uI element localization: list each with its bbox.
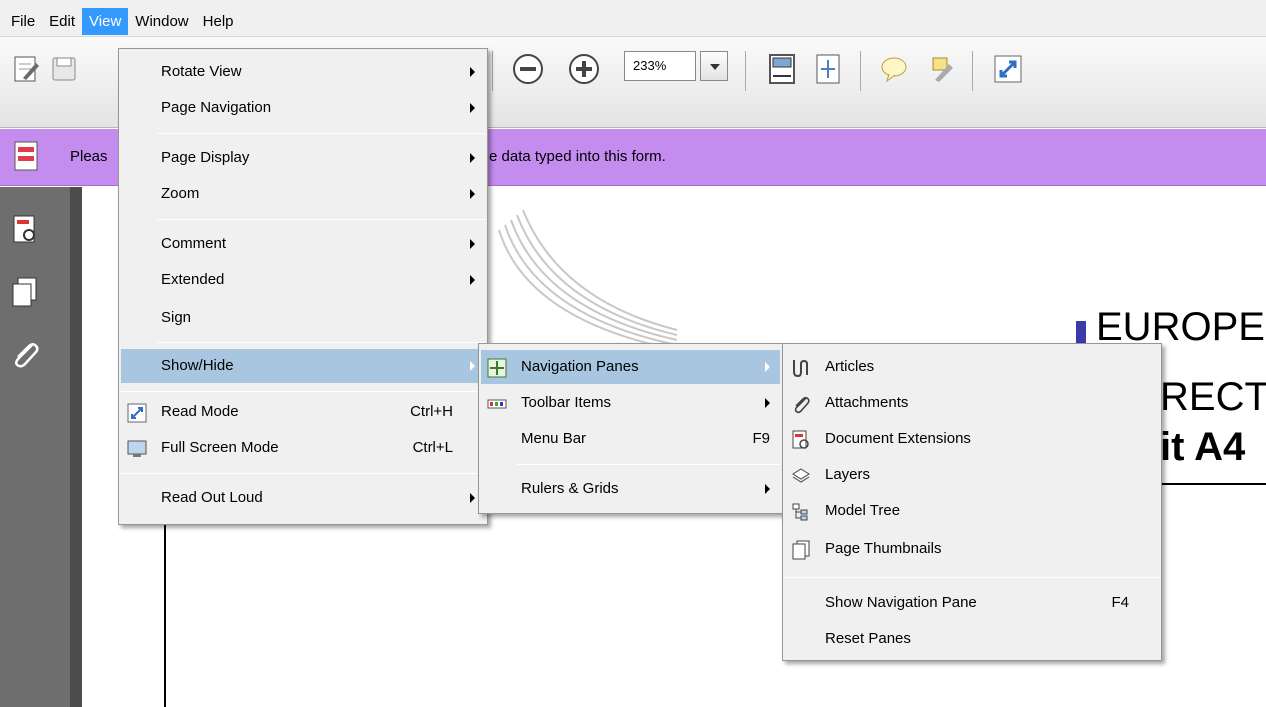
toolbar-items-icon	[487, 393, 507, 413]
message-text-continued: e data typed into this form.	[489, 148, 666, 165]
menu-help[interactable]: Help	[196, 8, 241, 35]
edit-icon[interactable]	[8, 51, 42, 85]
menu-view[interactable]: View	[82, 8, 129, 35]
page-thumbnails-icon[interactable]	[8, 275, 42, 309]
zoom-dropdown-icon[interactable]	[700, 51, 728, 81]
view-menu: Rotate View Page Navigation Page Display…	[118, 48, 488, 525]
layers-icon	[791, 465, 811, 485]
menu-item-show-navigation-pane[interactable]: Show Navigation Pane F4	[785, 586, 1159, 620]
form-icon	[14, 141, 38, 171]
menu-item-reset-panes[interactable]: Reset Panes	[785, 622, 1159, 656]
highlight-icon[interactable]	[924, 51, 958, 85]
menu-item-model-tree[interactable]: Model Tree	[785, 494, 1159, 528]
document-extensions-icon	[791, 429, 811, 449]
menu-item-attachments[interactable]: Attachments	[785, 386, 1159, 420]
menu-file[interactable]: File	[4, 8, 42, 35]
menu-window[interactable]: Window	[128, 8, 195, 35]
articles-icon	[791, 357, 811, 378]
attachments-icon[interactable]	[8, 337, 42, 371]
navigation-panes-icon	[487, 357, 507, 378]
menu-item-layers[interactable]: Layers	[785, 458, 1159, 492]
menu-item-zoom[interactable]: Zoom	[121, 177, 485, 211]
model-tree-icon	[791, 501, 811, 521]
page-thumbnails-icon	[791, 539, 811, 560]
menu-edit[interactable]: Edit	[42, 8, 82, 35]
navigation-panes-submenu: Articles Attachments Document Extensions…	[782, 343, 1162, 661]
menu-item-comment[interactable]: Comment	[121, 227, 485, 261]
message-text: Pleas	[70, 148, 108, 165]
fit-page-icon[interactable]	[764, 51, 798, 85]
menu-bar: File Edit View Window Help	[0, 0, 1266, 37]
menu-item-rotate-view[interactable]: Rotate View	[121, 55, 485, 89]
zoom-in-icon[interactable]	[566, 51, 600, 85]
menu-item-articles[interactable]: Articles	[785, 350, 1159, 384]
comment-icon[interactable]	[876, 51, 910, 85]
menu-item-sign[interactable]: Sign	[121, 301, 485, 335]
document-heading-line3: it A4	[1160, 425, 1246, 469]
panel-divider[interactable]	[70, 187, 82, 707]
menu-item-page-navigation[interactable]: Page Navigation	[121, 91, 485, 125]
zoom-out-icon[interactable]	[510, 51, 544, 85]
document-rule	[1160, 483, 1266, 485]
menu-item-show-hide[interactable]: Show/Hide	[121, 349, 485, 383]
read-mode-icon[interactable]	[990, 51, 1024, 85]
read-mode-icon	[127, 402, 147, 423]
menu-item-read-out-loud[interactable]: Read Out Loud	[121, 481, 485, 515]
menu-item-document-extensions[interactable]: Document Extensions	[785, 422, 1159, 456]
menu-item-menu-bar[interactable]: Menu Bar F9	[481, 422, 780, 456]
navigation-panel	[0, 187, 80, 707]
menu-item-page-display[interactable]: Page Display	[121, 141, 485, 175]
document-logo-graphic	[487, 200, 687, 360]
menu-item-toolbar-items[interactable]: Toolbar Items	[481, 386, 780, 420]
menu-item-rulers-grids[interactable]: Rulers & Grids	[481, 472, 780, 506]
menu-item-full-screen-mode[interactable]: Full Screen Mode Ctrl+L	[121, 431, 485, 465]
save-icon[interactable]	[46, 51, 80, 85]
attachments-icon	[791, 393, 811, 414]
show-hide-submenu: Navigation Panes Toolbar Items Menu Bar F…	[478, 343, 783, 514]
menu-item-page-thumbnails[interactable]: Page Thumbnails	[785, 532, 1159, 566]
menu-item-extended[interactable]: Extended	[121, 263, 485, 297]
zoom-input[interactable]: 233%	[624, 51, 696, 81]
document-extensions-icon[interactable]	[8, 213, 42, 247]
full-screen-icon	[127, 438, 147, 458]
menu-item-read-mode[interactable]: Read Mode Ctrl+H	[121, 395, 485, 429]
document-bullet	[1076, 321, 1086, 343]
document-heading-line2: RECTC	[1160, 375, 1266, 419]
fit-width-icon[interactable]	[810, 51, 844, 85]
menu-item-navigation-panes[interactable]: Navigation Panes	[481, 350, 780, 384]
